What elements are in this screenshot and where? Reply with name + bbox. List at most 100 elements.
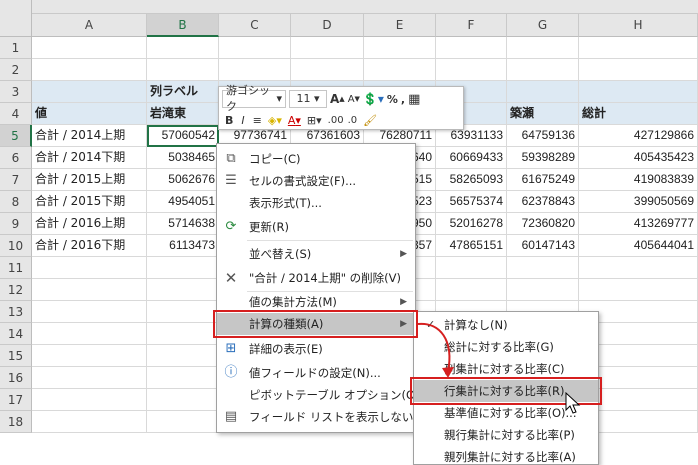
cell[interactable] xyxy=(147,59,219,81)
cell[interactable] xyxy=(579,257,698,279)
accounting-format-icon[interactable]: 💲▾ xyxy=(363,90,384,108)
column-header-g[interactable]: G xyxy=(507,14,579,37)
cell[interactable] xyxy=(507,81,579,103)
italic-button[interactable]: I xyxy=(241,111,244,129)
row-header[interactable]: 14 xyxy=(0,323,32,345)
menu-item-hide-field-list[interactable]: ▤ フィールド リストを表示しない(D) xyxy=(217,406,431,428)
menu-item-sort[interactable]: 並べ替え(S) ▶ xyxy=(217,243,415,265)
column-header-e[interactable]: E xyxy=(364,14,436,37)
cell[interactable] xyxy=(147,279,219,301)
data-cell[interactable]: 5038465 xyxy=(147,147,219,169)
row-header[interactable]: 16 xyxy=(0,367,32,389)
submenu-item-percent-of-parent-row[interactable]: 親行集計に対する比率(P) xyxy=(414,424,598,446)
cell[interactable] xyxy=(579,37,698,59)
pivot-row-label[interactable]: 合計 / 2014上期 xyxy=(32,125,147,147)
row-header[interactable]: 12 xyxy=(0,279,32,301)
cell[interactable] xyxy=(147,411,219,433)
menu-item-pivot-options[interactable]: ピボットテーブル オプション(O)... xyxy=(217,384,430,406)
column-header-c[interactable]: C xyxy=(219,14,291,37)
cell[interactable] xyxy=(32,257,147,279)
total-cell[interactable]: 405435423 xyxy=(579,147,698,169)
cell[interactable] xyxy=(291,37,364,59)
data-cell[interactable]: 5714638 xyxy=(147,213,219,235)
data-cell[interactable]: 56575374 xyxy=(436,191,507,213)
menu-item-refresh[interactable]: ⟳ 更新(R) xyxy=(217,216,415,238)
pivot-row-label[interactable]: 合計 / 2016下期 xyxy=(32,235,147,257)
data-cell[interactable]: 58265093 xyxy=(436,169,507,191)
row-header[interactable]: 3 xyxy=(0,81,32,103)
data-cell[interactable]: 4954051 xyxy=(147,191,219,213)
row-header[interactable]: 10 xyxy=(0,235,32,257)
column-header-a[interactable]: A xyxy=(32,14,147,37)
data-cell[interactable]: 59398289 xyxy=(507,147,579,169)
align-center-icon[interactable]: ≡ xyxy=(253,111,262,129)
menu-item-number-format[interactable]: 表示形式(T)... xyxy=(217,192,415,214)
cell[interactable] xyxy=(32,59,147,81)
cell[interactable] xyxy=(436,59,507,81)
data-cell[interactable]: 72360820 xyxy=(507,213,579,235)
cell[interactable] xyxy=(436,37,507,59)
cell[interactable] xyxy=(507,59,579,81)
row-header[interactable]: 11 xyxy=(0,257,32,279)
pivot-values-header[interactable]: 値 xyxy=(32,103,147,125)
cell[interactable] xyxy=(364,59,436,81)
row-header[interactable]: 13 xyxy=(0,301,32,323)
row-header[interactable]: 8 xyxy=(0,191,32,213)
cell[interactable] xyxy=(219,59,291,81)
cell[interactable] xyxy=(507,279,579,301)
cell[interactable] xyxy=(219,37,291,59)
menu-item-format-cells[interactable]: ☰ セルの書式設定(F)... xyxy=(217,170,415,192)
menu-item-remove-field[interactable]: ✕ "合計 / 2014上期" の削除(V) xyxy=(217,267,415,289)
pivot-row-label[interactable]: 合計 / 2014下期 xyxy=(32,147,147,169)
decrease-decimal-icon[interactable]: .00 xyxy=(328,111,344,129)
column-header-d[interactable]: D xyxy=(291,14,364,37)
grow-font-button[interactable]: A ▲ xyxy=(330,90,345,108)
total-cell[interactable]: 427129866 xyxy=(579,125,698,147)
pivot-col-header[interactable]: 築瀬 xyxy=(507,103,579,125)
comma-style-button[interactable]: , xyxy=(401,90,405,108)
column-header-h[interactable]: H xyxy=(579,14,698,37)
cell[interactable] xyxy=(32,37,147,59)
cell[interactable] xyxy=(507,257,579,279)
cell[interactable] xyxy=(507,37,579,59)
cell[interactable] xyxy=(147,301,219,323)
row-header[interactable]: 5 xyxy=(0,125,32,147)
pivot-row-label[interactable]: 合計 / 2016上期 xyxy=(32,213,147,235)
row-header[interactable]: 1 xyxy=(0,37,32,59)
cell[interactable] xyxy=(32,279,147,301)
data-cell[interactable]: 47865151 xyxy=(436,235,507,257)
data-cell[interactable]: 60147143 xyxy=(507,235,579,257)
format-painter-icon[interactable]: 🖌 xyxy=(363,111,377,129)
cell[interactable] xyxy=(436,257,507,279)
row-header[interactable]: 18 xyxy=(0,411,32,433)
cell[interactable] xyxy=(579,279,698,301)
pivot-col-header[interactable]: 総計 xyxy=(579,103,698,125)
menu-item-show-details[interactable]: ⊞ 詳細の表示(E) xyxy=(217,338,415,360)
data-cell[interactable]: 61675249 xyxy=(507,169,579,191)
data-cell[interactable]: 5062676 xyxy=(147,169,219,191)
menu-item-copy[interactable]: ⧉ コピー(C) xyxy=(217,148,415,170)
row-header[interactable]: 6 xyxy=(0,147,32,169)
borders-icon[interactable]: ⊞▾ xyxy=(307,111,322,129)
row-header[interactable]: 2 xyxy=(0,59,32,81)
cell[interactable] xyxy=(147,389,219,411)
cell[interactable] xyxy=(32,389,147,411)
active-cell[interactable]: 57060542 xyxy=(147,125,219,147)
cell[interactable] xyxy=(147,345,219,367)
cell[interactable] xyxy=(147,323,219,345)
row-header[interactable]: 15 xyxy=(0,345,32,367)
cell[interactable] xyxy=(147,37,219,59)
row-header[interactable]: 7 xyxy=(0,169,32,191)
cell[interactable] xyxy=(579,81,698,103)
font-color-button[interactable]: A ▾ xyxy=(288,111,301,129)
cell[interactable] xyxy=(32,411,147,433)
fill-color-icon[interactable]: ◈▾ xyxy=(268,111,282,129)
row-header[interactable]: 4 xyxy=(0,103,32,125)
select-all-corner[interactable] xyxy=(0,0,32,37)
data-cell[interactable]: 60669433 xyxy=(436,147,507,169)
font-name-box[interactable]: 游ゴシック ▾ xyxy=(222,84,286,113)
data-cell[interactable]: 6113473 xyxy=(147,235,219,257)
bold-button[interactable]: B xyxy=(225,111,233,129)
pivot-col-header[interactable]: 岩滝東 xyxy=(147,103,219,125)
shrink-font-button[interactable]: A ▼ xyxy=(348,90,360,108)
